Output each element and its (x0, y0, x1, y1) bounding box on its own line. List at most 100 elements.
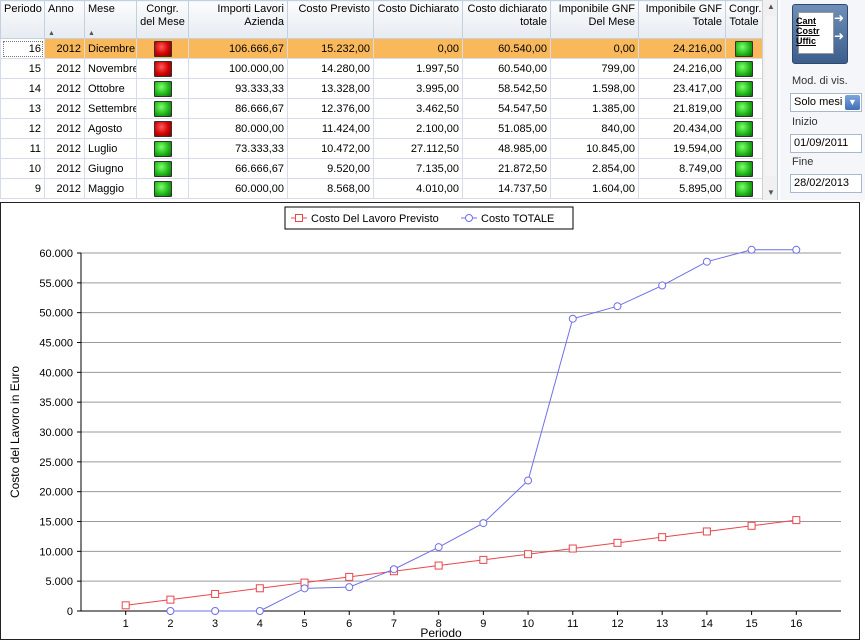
cell-anno[interactable]: 2012 (44, 58, 85, 79)
cell-imp-gnf-mese[interactable]: 1.385,00 (550, 98, 639, 119)
cell-congr-tot[interactable] (725, 78, 763, 99)
cell-congr-mese[interactable] (136, 38, 189, 59)
cell-congr-mese[interactable] (136, 98, 189, 119)
cell-anno[interactable]: 2012 (44, 158, 85, 179)
scroll-thumb[interactable] (765, 16, 776, 176)
cell-mese[interactable]: Dicembre (84, 38, 137, 59)
cell-importi[interactable]: 93.333,33 (188, 78, 288, 99)
table-row[interactable]: 12 2012 Agosto 80.000,00 11.424,00 2.100,00 51… (0, 118, 763, 139)
table-row[interactable]: 11 2012 Luglio 73.333,33 10.472,00 27.112,50 4… (0, 138, 763, 159)
cell-costo-dich[interactable]: 27.112,50 (373, 138, 463, 159)
cell-anno[interactable]: 2012 (44, 178, 85, 199)
cell-anno[interactable]: 2012 (44, 78, 85, 99)
cell-mese[interactable]: Settembre (84, 98, 137, 119)
cell-costo-dich-tot[interactable]: 60.540,00 (462, 58, 551, 79)
cell-periodo[interactable]: 10 (0, 158, 45, 179)
column-header-mese[interactable]: Mese ▲ (84, 0, 137, 39)
table-row[interactable]: 10 2012 Giugno 66.666,67 9.520,00 7.135,00 21.… (0, 158, 763, 179)
cell-costo-prev[interactable]: 15.232,00 (287, 38, 374, 59)
cell-congr-mese[interactable] (136, 138, 189, 159)
chevron-down-icon[interactable]: ▼ (845, 95, 860, 110)
cell-congr-mese[interactable] (136, 58, 189, 79)
cell-congr-mese[interactable] (136, 78, 189, 99)
column-header-imp-gnf-tot[interactable]: Imponibile GNF Totale (638, 0, 726, 39)
cell-costo-prev[interactable]: 14.280,00 (287, 58, 374, 79)
cell-importi[interactable]: 106.666,67 (188, 38, 288, 59)
cell-congr-tot[interactable] (725, 58, 763, 79)
table-row[interactable]: 15 2012 Novembre 100.000,00 14.280,00 1.997,5… (0, 58, 763, 79)
cell-congr-tot[interactable] (725, 118, 763, 139)
column-header-congr-mese[interactable]: Congr. del Mese (136, 0, 189, 39)
cell-imp-gnf-mese[interactable]: 2.854,00 (550, 158, 639, 179)
cell-imp-gnf-tot[interactable]: 21.819,00 (638, 98, 726, 119)
cell-importi[interactable]: 66.666,67 (188, 158, 288, 179)
cell-costo-dich[interactable]: 3.462,50 (373, 98, 463, 119)
cell-imp-gnf-mese[interactable]: 0,00 (550, 38, 639, 59)
cell-costo-dich-tot[interactable]: 60.540,00 (462, 38, 551, 59)
table-row[interactable]: 9 2012 Maggio 60.000,00 8.568,00 4.010,00 14.7… (0, 178, 763, 199)
column-header-costo-prev[interactable]: Costo Previsto (287, 0, 374, 39)
table-row[interactable]: 14 2012 Ottobre 93.333,33 13.328,00 3.995,00 5… (0, 78, 763, 99)
cell-costo-dich[interactable]: 0,00 (373, 38, 463, 59)
cell-imp-gnf-mese[interactable]: 10.845,00 (550, 138, 639, 159)
cell-periodo[interactable]: 16 (0, 38, 45, 59)
app-logo-button[interactable]: Cant Costr Uffic ➜ ➜ (792, 4, 848, 64)
cell-imp-gnf-tot[interactable]: 23.417,00 (638, 78, 726, 99)
cell-congr-tot[interactable] (725, 178, 763, 199)
cell-periodo[interactable]: 14 (0, 78, 45, 99)
cell-costo-dich-tot[interactable]: 54.547,50 (462, 98, 551, 119)
cell-anno[interactable]: 2012 (44, 118, 85, 139)
cell-mese[interactable]: Giugno (84, 158, 137, 179)
cell-periodo[interactable]: 15 (0, 58, 45, 79)
cell-imp-gnf-tot[interactable]: 5.895,00 (638, 178, 726, 199)
cell-congr-tot[interactable] (725, 138, 763, 159)
cell-importi[interactable]: 86.666,67 (188, 98, 288, 119)
cell-imp-gnf-tot[interactable]: 24.216,00 (638, 38, 726, 59)
cell-congr-mese[interactable] (136, 118, 189, 139)
cell-imp-gnf-mese[interactable]: 1.598,00 (550, 78, 639, 99)
cell-costo-prev[interactable]: 8.568,00 (287, 178, 374, 199)
data-grid[interactable]: Periodo Anno ▲ Mese ▲ Congr. del Mese Importi … (0, 0, 778, 200)
cell-mese[interactable]: Ottobre (84, 78, 137, 99)
cell-periodo[interactable]: 12 (0, 118, 45, 139)
table-row[interactable]: 16 2012 Dicembre 106.666,67 15.232,00 0,00 60.… (0, 38, 763, 59)
cell-imp-gnf-tot[interactable]: 8.749,00 (638, 158, 726, 179)
cell-imp-gnf-tot[interactable]: 19.594,00 (638, 138, 726, 159)
cell-importi[interactable]: 60.000,00 (188, 178, 288, 199)
cell-mese[interactable]: Maggio (84, 178, 137, 199)
cell-mese[interactable]: Luglio (84, 138, 137, 159)
cell-costo-dich-tot[interactable]: 58.542,50 (462, 78, 551, 99)
cell-mese[interactable]: Novembre (84, 58, 137, 79)
cell-congr-tot[interactable] (725, 38, 763, 59)
cell-costo-dich-tot[interactable]: 21.872,50 (462, 158, 551, 179)
cell-costo-prev[interactable]: 9.520,00 (287, 158, 374, 179)
cell-congr-tot[interactable] (725, 98, 763, 119)
end-date-field[interactable]: 28/02/2013 (790, 174, 862, 193)
cell-mese[interactable]: Agosto (84, 118, 137, 139)
cell-importi[interactable]: 100.000,00 (188, 58, 288, 79)
column-header-anno[interactable]: Anno ▲ (44, 0, 85, 39)
column-header-periodo[interactable]: Periodo (0, 0, 45, 39)
cell-costo-dich[interactable]: 4.010,00 (373, 178, 463, 199)
cell-periodo[interactable]: 11 (0, 138, 45, 159)
cell-anno[interactable]: 2012 (44, 38, 85, 59)
cell-imp-gnf-tot[interactable]: 24.216,00 (638, 58, 726, 79)
cell-costo-prev[interactable]: 11.424,00 (287, 118, 374, 139)
cell-costo-prev[interactable]: 10.472,00 (287, 138, 374, 159)
column-header-importi[interactable]: Importi Lavori Azienda (188, 0, 288, 39)
cell-importi[interactable]: 80.000,00 (188, 118, 288, 139)
column-header-costo-dich[interactable]: Costo Dichiarato (373, 0, 463, 39)
cell-costo-dich-tot[interactable]: 51.085,00 (462, 118, 551, 139)
cell-costo-prev[interactable]: 12.376,00 (287, 98, 374, 119)
cell-congr-mese[interactable] (136, 178, 189, 199)
cell-costo-dich-tot[interactable]: 48.985,00 (462, 138, 551, 159)
cell-imp-gnf-mese[interactable]: 1.604,00 (550, 178, 639, 199)
cell-congr-mese[interactable] (136, 158, 189, 179)
column-header-imp-gnf-mese[interactable]: Imponibile GNF Del Mese (550, 0, 639, 39)
cell-importi[interactable]: 73.333,33 (188, 138, 288, 159)
vertical-scrollbar[interactable]: ▲ ▼ (762, 0, 777, 200)
column-header-congr-tot[interactable]: Congr. Totale (725, 0, 763, 39)
cell-imp-gnf-mese[interactable]: 840,00 (550, 118, 639, 139)
scroll-up-arrow-icon[interactable]: ▲ (763, 0, 777, 14)
cell-periodo[interactable]: 13 (0, 98, 45, 119)
